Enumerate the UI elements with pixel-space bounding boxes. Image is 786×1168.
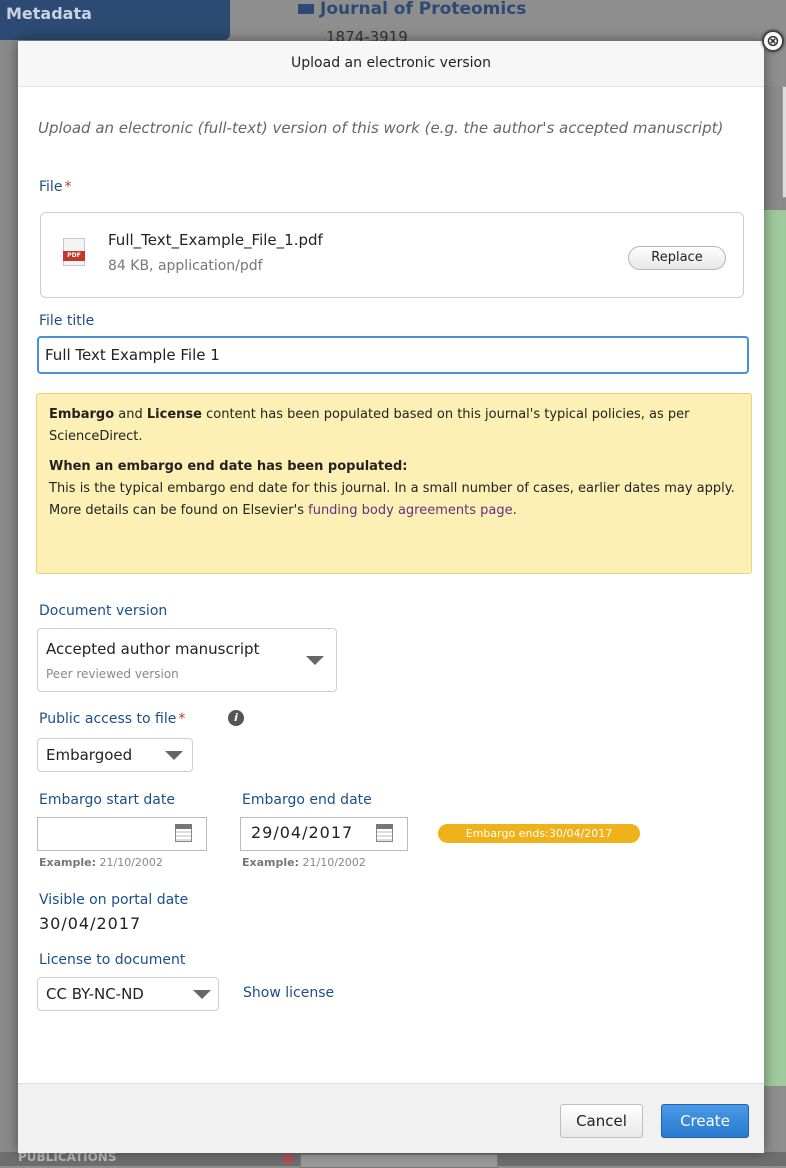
visible-on-portal-label: Visible on portal date: [39, 892, 189, 908]
required-marker: *: [64, 179, 72, 195]
chevron-down-icon: [193, 990, 211, 999]
background-green-panel: [764, 210, 786, 1086]
calendar-icon[interactable]: [175, 824, 192, 842]
license-value: CC BY-NC-ND: [46, 985, 144, 1003]
public-access-label-text: Public access to file: [39, 711, 177, 727]
dialog-title: Upload an electronic version: [291, 55, 491, 71]
background-left-tab-label: Metadata: [6, 4, 92, 23]
file-title-input[interactable]: [37, 336, 749, 374]
example-label: Example:: [39, 856, 96, 869]
background-bottom-strip: PUBLICATIONS: [0, 1150, 786, 1168]
file-title-label: File title: [39, 313, 95, 329]
example-value: 21/10/2002: [96, 856, 163, 869]
embargo-license-notice: Embargo and License content has been pop…: [36, 393, 752, 574]
show-license-link[interactable]: Show license: [243, 985, 334, 1001]
notice-paragraph-2: This is the typical embargo end date for…: [49, 478, 739, 522]
info-icon[interactable]: i: [228, 710, 244, 726]
file-meta: 84 KB, application/pdf: [108, 258, 263, 274]
close-icon[interactable]: ⊗: [762, 30, 784, 52]
background-right-strip: [764, 86, 786, 1086]
cancel-button[interactable]: Cancel: [560, 1104, 643, 1138]
document-version-value: Accepted author manuscript: [46, 640, 260, 658]
document-version-label: Document version: [39, 603, 168, 619]
notice-paragraph: Embargo and License content has been pop…: [49, 404, 739, 448]
public-access-label: Public access to file *: [39, 711, 185, 727]
pdf-icon-label: PDF: [63, 251, 85, 261]
dialog-footer: Cancel Create: [18, 1083, 764, 1153]
visible-on-portal-value: 30/04/2017: [39, 914, 142, 933]
replace-button[interactable]: Replace: [628, 246, 726, 270]
required-marker: *: [178, 711, 186, 727]
chevron-down-icon: [306, 656, 324, 665]
upload-dialog: Upload an electronic version Upload an e…: [18, 41, 764, 1153]
dialog-header: Upload an electronic version: [18, 41, 764, 87]
license-label: License to document: [39, 952, 186, 968]
public-access-select[interactable]: Embargoed: [37, 738, 193, 772]
notice-text-3: .: [512, 503, 517, 518]
calendar-icon[interactable]: [376, 824, 393, 842]
embargo-start-label: Embargo start date: [39, 792, 175, 808]
file-label-text: File: [39, 179, 63, 195]
embargo-end-example: Example: 21/10/2002: [242, 856, 366, 869]
embargo-start-input[interactable]: [37, 817, 207, 851]
background-box: [782, 86, 786, 198]
embargo-ends-badge: Embargo ends:30/04/2017: [438, 824, 640, 843]
embargo-end-value: 29/04/2017: [251, 823, 354, 842]
example-value: 21/10/2002: [299, 856, 366, 869]
embargo-end-input[interactable]: 29/04/2017: [240, 817, 408, 851]
document-version-sub: Peer reviewed version: [46, 667, 179, 681]
public-access-value: Embargoed: [46, 746, 133, 764]
file-name: Full_Text_Example_File_1.pdf: [108, 231, 323, 249]
embargo-start-example: Example: 21/10/2002: [39, 856, 163, 869]
notice-embargo-word: Embargo: [49, 407, 115, 422]
document-version-select[interactable]: Accepted author manuscript Peer reviewed…: [37, 628, 337, 692]
embargo-end-label: Embargo end date: [242, 792, 372, 808]
example-label: Example:: [242, 856, 299, 869]
background-journal-title-text: Journal of Proteomics: [320, 0, 527, 19]
funding-body-agreements-link[interactable]: funding body agreements page: [308, 503, 512, 518]
notice-license-word: License: [146, 407, 202, 422]
background-status-icon: [283, 1154, 293, 1164]
notice-heading: When an embargo end date has been popula…: [49, 459, 408, 474]
file-box: PDF Full_Text_Example_File_1.pdf 84 KB, …: [40, 212, 744, 298]
background-left-column: [0, 40, 18, 1166]
background-journal-title: Journal of Proteomics: [298, 0, 526, 18]
background-left-tab: Metadata: [0, 0, 230, 40]
notice-and: and: [114, 407, 147, 422]
license-select[interactable]: CC BY-NC-ND: [37, 977, 219, 1011]
create-button[interactable]: Create: [661, 1104, 749, 1138]
pdf-file-icon: PDF: [63, 238, 85, 266]
chevron-down-icon: [165, 751, 183, 760]
journal-icon: [298, 4, 314, 14]
file-label: File *: [39, 179, 71, 195]
dialog-intro: Upload an electronic (full-text) version…: [38, 119, 724, 137]
